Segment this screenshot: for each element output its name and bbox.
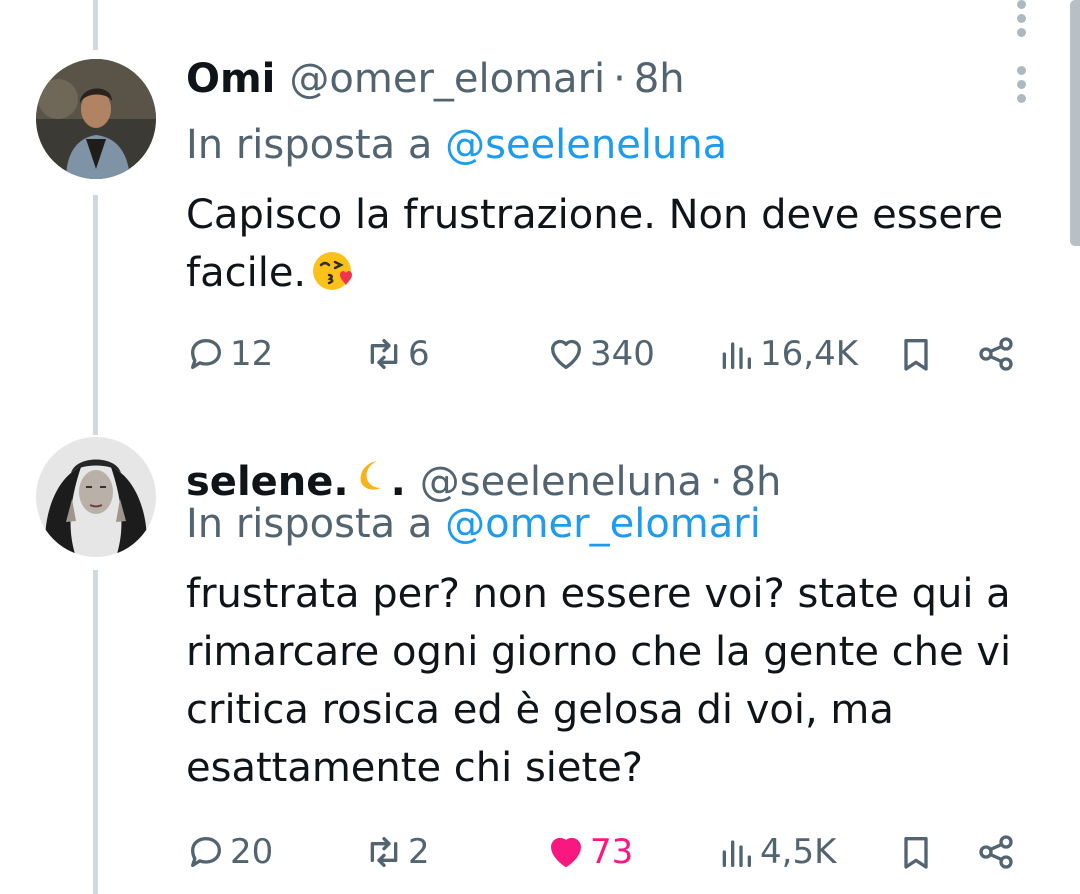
separator-dot: ·	[613, 56, 626, 102]
like-button[interactable]: 73	[546, 828, 633, 876]
views-button[interactable]: 16,4K	[716, 330, 858, 378]
like-button[interactable]: 340	[546, 330, 655, 378]
reply-icon	[191, 339, 221, 369]
timestamp[interactable]: 8h	[634, 55, 685, 103]
views-icon	[722, 342, 751, 369]
thread-line	[93, 570, 98, 894]
retweet-button[interactable]: 2	[364, 828, 430, 876]
view-count: 4,5K	[760, 832, 837, 872]
reply-prefix: In risposta a	[186, 501, 433, 547]
crescent-moon-emoji	[360, 461, 381, 490]
views-icon	[722, 840, 751, 867]
heart-icon	[551, 339, 581, 369]
retweet-count: 2	[408, 832, 430, 872]
views-button[interactable]: 4,5K	[716, 828, 836, 876]
tweet-actions: 12 6 340 16,4K	[186, 330, 1026, 378]
avatar[interactable]	[36, 59, 156, 179]
display-name[interactable]: selene.	[186, 458, 349, 506]
share-icon	[979, 835, 1013, 869]
reply-button[interactable]: 12	[186, 330, 273, 378]
share-button[interactable]	[976, 330, 1016, 378]
tweet-header: selene. . @seeleneluna · 8h	[186, 455, 781, 506]
retweet-icon	[370, 339, 398, 369]
user-handle[interactable]: @omer_elomari	[289, 55, 605, 103]
reply-context: In risposta a @omer_elomari	[186, 500, 761, 548]
view-count: 16,4K	[760, 334, 858, 374]
like-count: 340	[590, 334, 655, 374]
bookmark-icon	[904, 837, 928, 869]
like-count: 73	[590, 832, 634, 872]
share-icon	[979, 337, 1013, 371]
reply-prefix: In risposta a	[186, 122, 433, 168]
reply-icon	[191, 837, 221, 867]
tweet-header: Omi @omer_elomari · 8h	[186, 55, 685, 103]
tweet-text: frustrata per? non essere voi? state qui…	[186, 565, 1046, 797]
more-options-icon[interactable]	[1014, 66, 1028, 103]
tweet-text-content: Capisco la frustrazione. Non deve essere…	[186, 192, 1004, 296]
reply-mention-link[interactable]: @omer_elomari	[445, 501, 761, 547]
display-name-suffix[interactable]: .	[391, 458, 406, 506]
retweet-button[interactable]: 6	[364, 330, 430, 378]
separator-dot: ·	[709, 459, 723, 505]
tweet-text-content: frustrata per? non essere voi? state qui…	[186, 571, 1012, 791]
heart-filled-icon	[551, 837, 581, 867]
user-handle[interactable]: @seeleneluna	[420, 458, 702, 506]
display-name[interactable]: Omi	[186, 55, 275, 103]
avatar[interactable]	[36, 437, 156, 557]
reply-count: 20	[230, 832, 274, 872]
bookmark-button[interactable]	[896, 828, 936, 876]
tweet-text: Capisco la frustrazione. Non deve essere…	[186, 186, 1046, 302]
reply-context: In risposta a @seeleneluna	[186, 121, 727, 169]
more-options-icon[interactable]	[1014, 0, 1028, 37]
thread-line	[93, 0, 98, 50]
reply-button[interactable]: 20	[186, 828, 273, 876]
reply-count: 12	[230, 334, 274, 374]
reply-mention-link[interactable]: @seeleneluna	[445, 122, 727, 168]
timestamp[interactable]: 8h	[731, 458, 782, 506]
share-button[interactable]	[976, 828, 1016, 876]
bookmark-button[interactable]	[896, 330, 936, 378]
scrollbar[interactable]	[1070, 0, 1080, 246]
bookmark-icon	[904, 339, 928, 371]
tweet-actions: 20 2 73 4,5K	[186, 828, 1026, 876]
kissing-face-with-heart-emoji	[313, 252, 353, 290]
retweet-count: 6	[408, 334, 430, 374]
thread-line	[93, 195, 98, 435]
retweet-icon	[370, 837, 398, 867]
